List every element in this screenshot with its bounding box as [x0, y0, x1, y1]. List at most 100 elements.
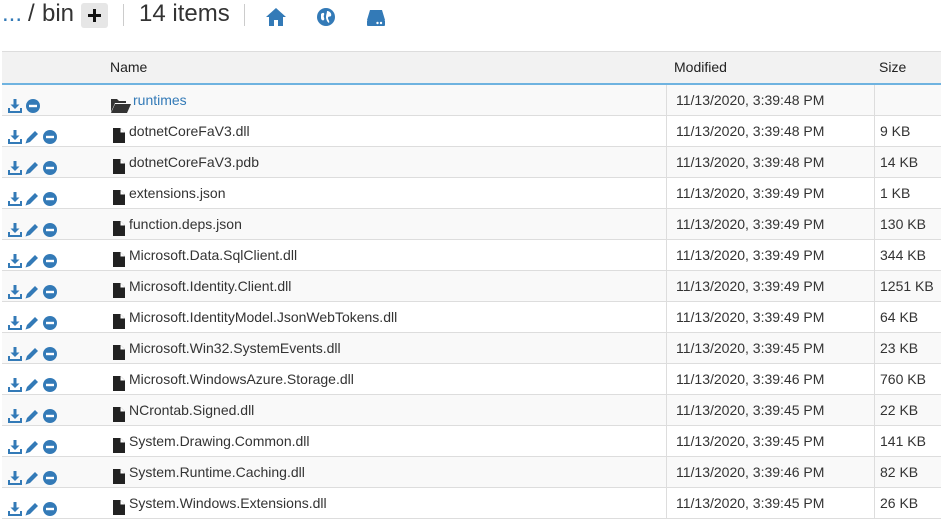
column-header-size[interactable]: Size: [879, 52, 906, 83]
add-button[interactable]: [81, 3, 108, 28]
download-icon[interactable]: [8, 372, 22, 392]
table-row: Microsoft.Data.SqlClient.dll 11/13/2020,…: [2, 240, 941, 271]
row-actions: [2, 395, 102, 425]
download-icon[interactable]: [8, 310, 22, 330]
row-actions: [2, 147, 102, 177]
name-cell: NCrontab.Signed.dll: [102, 395, 667, 425]
delete-icon[interactable]: [43, 496, 57, 516]
edit-icon[interactable]: [25, 279, 39, 299]
modified-cell: 11/13/2020, 3:39:49 PM: [667, 271, 875, 301]
delete-icon[interactable]: [43, 279, 57, 299]
size-cell: 14 KB: [880, 154, 919, 170]
table-row: runtimes 11/13/2020, 3:39:48 PM: [2, 85, 941, 116]
modified-cell: 11/13/2020, 3:39:45 PM: [667, 426, 875, 456]
file-name: System.Runtime.Caching.dll: [129, 464, 305, 480]
download-icon[interactable]: [8, 124, 22, 144]
download-icon[interactable]: [8, 248, 22, 268]
modified-cell: 11/13/2020, 3:39:49 PM: [667, 240, 875, 270]
breadcrumb-parent-link[interactable]: ...: [2, 0, 22, 28]
delete-icon[interactable]: [43, 310, 57, 330]
name-cell: Microsoft.Identity.Client.dll: [102, 271, 667, 301]
edit-icon[interactable]: [25, 186, 39, 206]
folder-open-icon: [111, 93, 131, 113]
table-header: Name Modified Size: [2, 51, 941, 85]
edit-icon[interactable]: [25, 310, 39, 330]
table-row: dotnetCoreFaV3.pdb 11/13/2020, 3:39:48 P…: [2, 147, 941, 178]
row-actions: [2, 240, 102, 270]
modified-cell: 11/13/2020, 3:39:49 PM: [667, 302, 875, 332]
size-cell: 23 KB: [880, 340, 919, 356]
delete-icon[interactable]: [43, 465, 57, 485]
table-row: Microsoft.IdentityModel.JsonWebTokens.dl…: [2, 302, 941, 333]
edit-icon[interactable]: [25, 124, 39, 144]
file-icon: [113, 340, 125, 360]
column-header-modified[interactable]: Modified: [674, 52, 727, 83]
file-icon: [113, 185, 125, 205]
download-icon[interactable]: [8, 341, 22, 361]
file-icon: [113, 309, 125, 329]
breadcrumb-current: bin: [42, 0, 75, 27]
download-icon[interactable]: [8, 93, 22, 113]
row-actions: [2, 426, 102, 456]
modified-cell: 11/13/2020, 3:39:46 PM: [667, 457, 875, 487]
file-name: dotnetCoreFaV3.pdb: [129, 154, 259, 170]
delete-icon[interactable]: [43, 248, 57, 268]
download-icon[interactable]: [8, 403, 22, 423]
modified-cell: 11/13/2020, 3:39:48 PM: [667, 147, 875, 177]
row-actions: [2, 364, 102, 394]
edit-icon[interactable]: [25, 496, 39, 516]
file-icon: [113, 433, 125, 453]
table-row: Microsoft.Win32.SystemEvents.dll 11/13/2…: [2, 333, 941, 364]
download-icon[interactable]: [8, 279, 22, 299]
file-name: function.deps.json: [129, 216, 242, 232]
column-header-name[interactable]: Name: [110, 52, 147, 83]
delete-icon[interactable]: [43, 434, 57, 454]
name-cell: extensions.json: [102, 178, 667, 208]
delete-icon[interactable]: [43, 155, 57, 175]
breadcrumb-separator: /: [28, 0, 35, 27]
modified-cell: 11/13/2020, 3:39:45 PM: [667, 395, 875, 425]
delete-icon[interactable]: [43, 341, 57, 361]
name-cell: dotnetCoreFaV3.pdb: [102, 147, 667, 177]
download-icon[interactable]: [8, 496, 22, 516]
file-name: System.Drawing.Common.dll: [129, 433, 310, 449]
delete-icon[interactable]: [43, 403, 57, 423]
folder-link[interactable]: runtimes: [133, 85, 187, 115]
size-cell: 344 KB: [880, 247, 926, 263]
size-cell: 9 KB: [880, 123, 911, 139]
edit-icon[interactable]: [25, 341, 39, 361]
row-actions: [2, 178, 102, 208]
edit-icon[interactable]: [25, 465, 39, 485]
drive-icon[interactable]: [365, 6, 387, 28]
download-icon[interactable]: [8, 186, 22, 206]
delete-icon[interactable]: [43, 186, 57, 206]
edit-icon[interactable]: [25, 217, 39, 237]
download-icon[interactable]: [8, 465, 22, 485]
edit-icon[interactable]: [25, 434, 39, 454]
divider: [244, 4, 245, 26]
file-table: Name Modified Size runtimes 11/13/2020, …: [2, 51, 941, 519]
download-icon[interactable]: [8, 155, 22, 175]
file-name: extensions.json: [129, 185, 226, 201]
row-actions: [2, 116, 102, 146]
delete-icon[interactable]: [26, 93, 40, 113]
edit-icon[interactable]: [25, 155, 39, 175]
table-row: dotnetCoreFaV3.dll 11/13/2020, 3:39:48 P…: [2, 116, 941, 147]
download-icon[interactable]: [8, 217, 22, 237]
globe-icon[interactable]: [315, 6, 337, 28]
delete-icon[interactable]: [43, 372, 57, 392]
modified-cell: 11/13/2020, 3:39:45 PM: [667, 333, 875, 363]
file-icon: [113, 495, 125, 515]
edit-icon[interactable]: [25, 403, 39, 423]
download-icon[interactable]: [8, 434, 22, 454]
modified-cell: 11/13/2020, 3:39:45 PM: [667, 488, 875, 518]
home-icon[interactable]: [265, 6, 287, 28]
edit-icon[interactable]: [25, 248, 39, 268]
edit-icon[interactable]: [25, 372, 39, 392]
size-cell: 64 KB: [880, 309, 919, 325]
row-actions: [2, 457, 102, 487]
delete-icon[interactable]: [43, 124, 57, 144]
size-cell: 22 KB: [880, 402, 919, 418]
file-name: Microsoft.IdentityModel.JsonWebTokens.dl…: [129, 309, 398, 325]
delete-icon[interactable]: [43, 217, 57, 237]
